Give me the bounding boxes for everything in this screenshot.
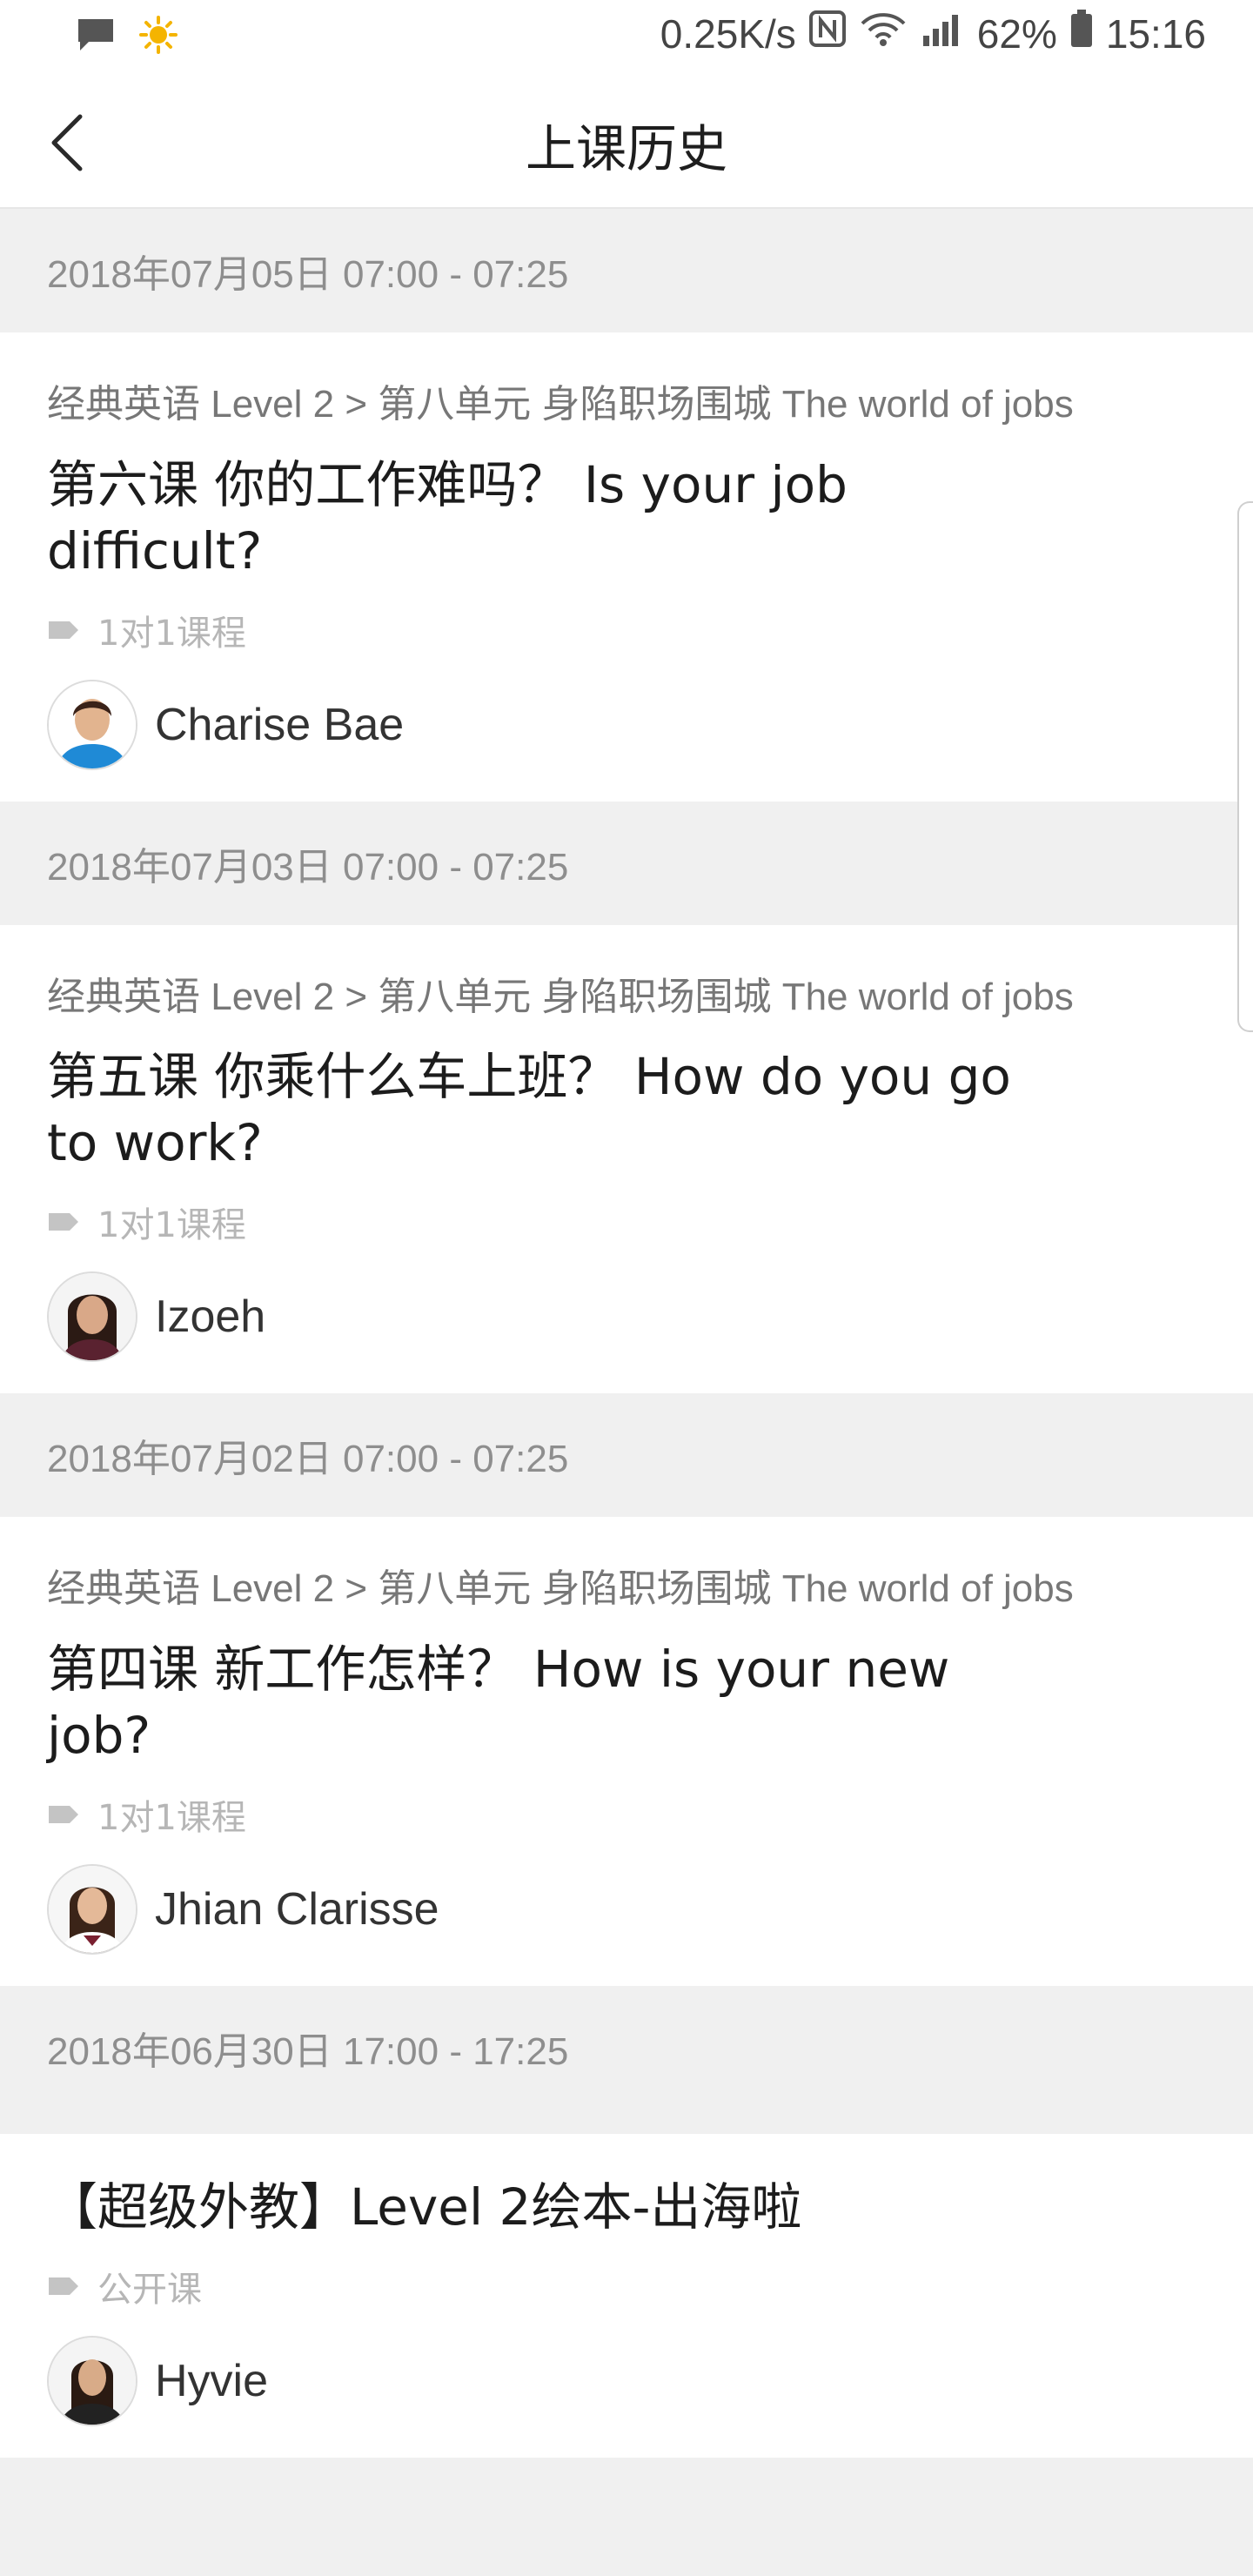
lesson-card[interactable]: 【超级外教】Level 2绘本-出海啦 公开课 Hyvie bbox=[0, 2133, 1253, 2458]
teacher-avatar bbox=[47, 1863, 137, 1955]
lesson-title: 第四课 新工作怎样？ How is your new job? bbox=[47, 1639, 950, 1765]
lesson-title: 第六课 你的工作难吗？ Is your job difficult? bbox=[47, 454, 848, 580]
course-path: 经典英语 Level 2 > 第八单元 身陷职场围城 The world of … bbox=[47, 1567, 1074, 1611]
date-header: 2018年07月05日 07:00 - 07:25 bbox=[0, 209, 1253, 332]
lesson-tag-label: 1对1课程 bbox=[97, 613, 246, 654]
course-path: 经典英语 Level 2 > 第八单元 身陷职场围城 The world of … bbox=[47, 975, 1074, 1018]
lesson-history-list: 2018年07月05日 07:00 - 07:25 经典英语 Level 2 >… bbox=[0, 209, 1253, 2510]
status-bar: 0.25K/s 62% 15:16 bbox=[0, 0, 1253, 73]
teacher-row: Jhian Clarisse bbox=[47, 1863, 1206, 1986]
lesson-tag: 1对1课程 bbox=[47, 1789, 1206, 1840]
edge-panel-handle[interactable] bbox=[1237, 501, 1253, 1032]
date-header: 2018年06月30日 17:00 - 17:25 bbox=[0, 1985, 1253, 2110]
tag-icon bbox=[49, 1213, 78, 1231]
clock: 15:16 bbox=[1105, 10, 1206, 57]
lesson-card[interactable]: 经典英语 Level 2 > 第八单元 身陷职场围城 The world of … bbox=[0, 1517, 1253, 1986]
navigation-bar: 上课历史 bbox=[0, 73, 1253, 209]
teacher-avatar bbox=[47, 679, 137, 770]
lesson-title: 【超级外教】Level 2绘本-出海啦 bbox=[47, 2177, 802, 2237]
teacher-name: Izoeh bbox=[155, 1291, 266, 1343]
page-title: 上课历史 bbox=[525, 119, 727, 178]
teacher-row: Charise Bae bbox=[47, 679, 1206, 802]
lesson-card[interactable]: 经典英语 Level 2 > 第八单元 身陷职场围城 The world of … bbox=[0, 332, 1253, 802]
wifi-icon bbox=[859, 10, 908, 57]
lesson-tag: 1对1课程 bbox=[47, 1197, 1206, 1247]
lesson-tag-label: 1对1课程 bbox=[97, 1205, 246, 1246]
lesson-card[interactable]: 经典英语 Level 2 > 第八单元 身陷职场围城 The world of … bbox=[0, 924, 1253, 1394]
date-header: 2018年07月02日 07:00 - 07:25 bbox=[0, 1393, 1253, 1518]
teacher-avatar bbox=[47, 1271, 137, 1363]
teacher-row: Izoeh bbox=[47, 1271, 1206, 1393]
network-speed: 0.25K/s bbox=[660, 10, 796, 57]
course-path: 经典英语 Level 2 > 第八单元 身陷职场围城 The world of … bbox=[47, 383, 1074, 426]
battery-icon bbox=[1069, 9, 1094, 58]
teacher-row: Hyvie bbox=[47, 2335, 1206, 2458]
signal-icon bbox=[920, 10, 965, 57]
list-spacer bbox=[0, 2457, 1253, 2510]
date-header: 2018年07月03日 07:00 - 07:25 bbox=[0, 801, 1253, 925]
sun-icon bbox=[139, 16, 178, 57]
tag-icon bbox=[49, 621, 78, 639]
nfc-icon bbox=[808, 10, 847, 57]
lesson-title: 第五课 你乘什么车上班？ How do you go to work? bbox=[47, 1047, 1011, 1173]
tag-icon bbox=[49, 1805, 78, 1823]
lesson-tag-label: 1对1课程 bbox=[97, 1797, 246, 1838]
teacher-name: Jhian Clarisse bbox=[155, 1883, 439, 1935]
lesson-tag: 公开课 bbox=[47, 2261, 1206, 2311]
lesson-tag-label: 公开课 bbox=[97, 2269, 202, 2310]
lesson-tag: 1对1课程 bbox=[47, 605, 1206, 655]
message-icon bbox=[77, 17, 115, 56]
teacher-name: Charise Bae bbox=[155, 699, 405, 750]
battery-percent: 62% bbox=[976, 10, 1057, 57]
teacher-avatar bbox=[47, 2335, 137, 2426]
tag-icon bbox=[49, 2277, 78, 2295]
teacher-name: Hyvie bbox=[155, 2355, 269, 2406]
